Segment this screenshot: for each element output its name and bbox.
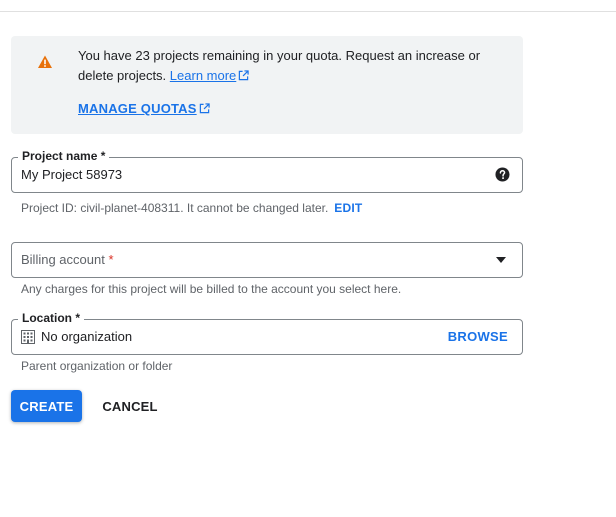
browse-button[interactable]: BROWSE	[448, 329, 508, 345]
building-icon	[21, 330, 35, 344]
external-link-icon	[199, 103, 210, 114]
project-id-hint: Project ID: civil-planet-408311. It cann…	[21, 201, 362, 215]
manage-quotas-link[interactable]: MANAGE QUOTAS	[78, 101, 210, 117]
project-name-field[interactable]: Project name * My Project 58973	[11, 149, 523, 193]
cancel-button[interactable]: CANCEL	[94, 390, 166, 422]
quota-message: You have 23 projects remaining in your q…	[78, 46, 508, 86]
external-link-icon	[239, 70, 249, 81]
project-id-text: Project ID: civil-planet-408311. It cann…	[21, 201, 329, 215]
help-icon[interactable]	[495, 167, 510, 182]
top-divider	[0, 11, 616, 12]
billing-account-placeholder: Billing account *	[21, 252, 114, 268]
billing-hint: Any charges for this project will be bil…	[21, 282, 402, 296]
quota-message-text: You have 23 projects remaining in your q…	[78, 48, 481, 83]
project-name-label: Project name *	[18, 149, 110, 163]
warning-icon	[38, 55, 52, 68]
billing-account-placeholder-text: Billing account	[21, 252, 105, 267]
location-label: Location *	[18, 311, 85, 325]
location-hint: Parent organization or folder	[21, 359, 173, 373]
learn-more-label: Learn more	[169, 68, 237, 83]
billing-account-select[interactable]: Billing account *	[11, 242, 523, 278]
quota-banner: You have 23 projects remaining in your q…	[11, 36, 523, 134]
create-button[interactable]: CREATE	[11, 390, 82, 422]
learn-more-link[interactable]: Learn more	[170, 68, 249, 83]
location-field[interactable]: Location * No organization BROWSE	[11, 311, 523, 355]
required-mark: *	[108, 252, 114, 267]
manage-quotas-label: MANAGE QUOTAS	[78, 101, 197, 116]
project-name-input[interactable]: My Project 58973	[21, 167, 122, 183]
location-value: No organization	[41, 329, 133, 344]
dropdown-arrow-icon[interactable]	[496, 257, 506, 263]
edit-project-id-button[interactable]: EDIT	[334, 201, 362, 215]
